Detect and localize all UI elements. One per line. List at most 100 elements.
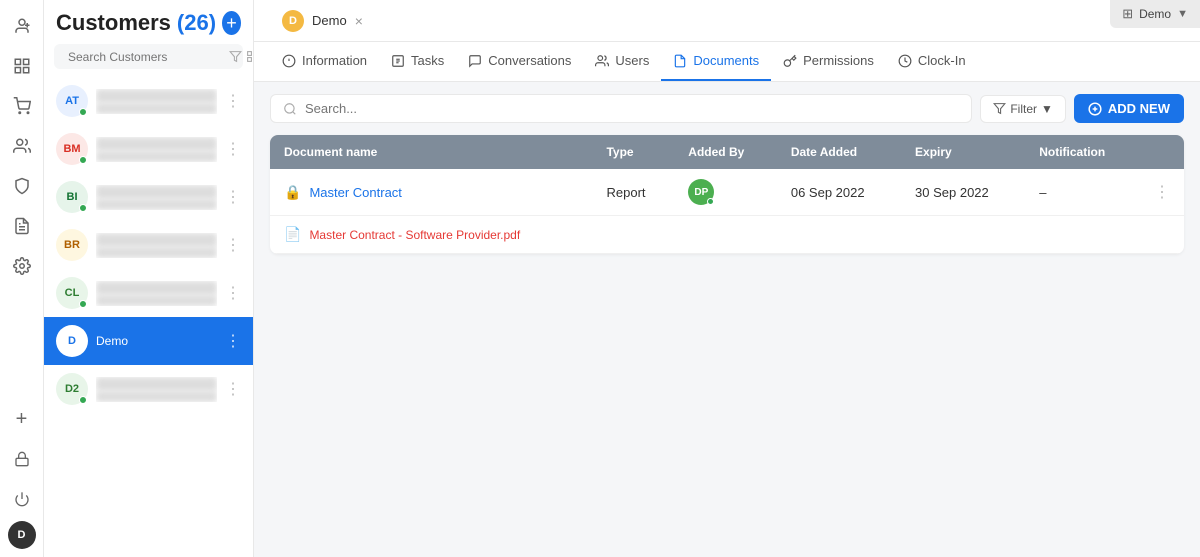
nav-user-plus[interactable] bbox=[4, 8, 40, 44]
avatar: D bbox=[56, 325, 88, 357]
filter-chevron: ▼ bbox=[1041, 102, 1053, 116]
col-added-by: Added By bbox=[674, 135, 777, 169]
customer-count: (26) bbox=[177, 10, 216, 36]
nav-lock[interactable] bbox=[4, 441, 40, 477]
list-item[interactable]: D2 ██████████ ████ ⋮ bbox=[44, 365, 253, 413]
list-item[interactable]: BM ██████████ ████ ⋮ bbox=[44, 125, 253, 173]
row-more-button[interactable]: ⋮ bbox=[1154, 184, 1170, 201]
tasks-icon bbox=[391, 54, 405, 68]
nav-power[interactable] bbox=[4, 481, 40, 517]
tab-clock-in[interactable]: Clock-In bbox=[886, 42, 978, 81]
doc-expiry: 30 Sep 2022 bbox=[901, 169, 1025, 216]
more-options-button[interactable]: ⋮ bbox=[225, 331, 241, 351]
user-status-dot bbox=[707, 198, 714, 205]
nav-document[interactable] bbox=[4, 208, 40, 244]
top-bar: D Demo × bbox=[254, 0, 1200, 42]
window-chevron[interactable]: ▼ bbox=[1177, 8, 1188, 20]
doc-more-cell bbox=[1140, 216, 1184, 254]
nav-people[interactable] bbox=[4, 128, 40, 164]
filter-button[interactable]: Filter ▼ bbox=[980, 95, 1066, 123]
doc-date-added: 06 Sep 2022 bbox=[777, 169, 901, 216]
list-item[interactable]: CL ██████████ ████ ⋮ bbox=[44, 269, 253, 317]
tab-documents[interactable]: Documents bbox=[661, 42, 771, 81]
more-options-button[interactable]: ⋮ bbox=[225, 379, 241, 399]
sidebar-header: Customers (26) + bbox=[44, 0, 253, 44]
customer-sub: ████ bbox=[96, 247, 217, 258]
nav-shield[interactable] bbox=[4, 168, 40, 204]
filter-icon[interactable] bbox=[229, 50, 242, 63]
tab-permissions[interactable]: Permissions bbox=[771, 42, 886, 81]
demo-tab[interactable]: D Demo × bbox=[270, 0, 375, 41]
tab-tasks[interactable]: Tasks bbox=[379, 42, 456, 81]
add-new-button[interactable]: ADD NEW bbox=[1074, 94, 1184, 123]
document-link[interactable]: Master Contract bbox=[309, 185, 401, 200]
avatar: BM bbox=[56, 133, 88, 165]
list-item[interactable]: AT ██████████ ████ ⋮ bbox=[44, 77, 253, 125]
doc-type bbox=[592, 216, 674, 254]
nav-cart[interactable] bbox=[4, 88, 40, 124]
more-options-button[interactable]: ⋮ bbox=[225, 283, 241, 303]
col-date-added: Date Added bbox=[777, 135, 901, 169]
main-content: D Demo × Information Tasks Conversations… bbox=[254, 0, 1200, 557]
tab-users[interactable]: Users bbox=[583, 42, 661, 81]
documents-table: Document name Type Added By Date Added E… bbox=[270, 135, 1184, 254]
customer-sub: ████ bbox=[96, 295, 217, 306]
nav-settings[interactable] bbox=[4, 248, 40, 284]
added-by-avatar: DP bbox=[688, 179, 714, 205]
add-new-icon bbox=[1088, 102, 1102, 116]
customer-name: ██████████ bbox=[96, 233, 217, 247]
col-expiry: Expiry bbox=[901, 135, 1025, 169]
customer-name: ██████████ bbox=[96, 377, 217, 391]
customer-name: ██████████ bbox=[96, 137, 217, 151]
customer-name: Demo bbox=[96, 334, 217, 348]
doc-name-cell: 🔒 Master Contract bbox=[270, 169, 592, 216]
sidebar-title: Customers bbox=[56, 10, 171, 36]
customer-name: ██████████ bbox=[96, 89, 217, 103]
document-search-input[interactable] bbox=[305, 101, 959, 116]
doc-name-cell: 📄 Master Contract - Software Provider.pd… bbox=[270, 216, 592, 254]
table-row[interactable]: 🔒 Master Contract Report DP 06 Sep 2022 … bbox=[270, 169, 1184, 216]
key-icon bbox=[783, 54, 797, 68]
avatar: CL bbox=[56, 277, 88, 309]
document-pdf-name: Master Contract - Software Provider.pdf bbox=[309, 228, 520, 242]
customer-sub: ████ bbox=[96, 199, 217, 210]
list-item[interactable]: BI ██████████ ████ ⋮ bbox=[44, 173, 253, 221]
col-notification: Notification bbox=[1025, 135, 1140, 169]
customer-sub: ████ bbox=[96, 391, 217, 402]
action-bar: Filter ▼ ADD NEW bbox=[270, 94, 1184, 123]
nav-add[interactable]: + bbox=[4, 401, 40, 437]
tab-information[interactable]: Information bbox=[270, 42, 379, 81]
document-search bbox=[270, 94, 972, 123]
clock-icon bbox=[898, 54, 912, 68]
layout-icon[interactable] bbox=[246, 50, 254, 63]
doc-more-cell: ⋮ bbox=[1140, 169, 1184, 216]
doc-date-added bbox=[777, 216, 901, 254]
search-input[interactable] bbox=[68, 50, 223, 64]
table-row[interactable]: 📄 Master Contract - Software Provider.pd… bbox=[270, 216, 1184, 254]
users-icon bbox=[595, 54, 609, 68]
col-actions bbox=[1140, 135, 1184, 169]
close-tab-button[interactable]: × bbox=[355, 13, 363, 29]
user-avatar[interactable]: D bbox=[8, 521, 36, 549]
chat-icon bbox=[468, 54, 482, 68]
more-options-button[interactable]: ⋮ bbox=[225, 139, 241, 159]
list-item[interactable]: BR ██████████ ████ ⋮ bbox=[44, 221, 253, 269]
lock-doc-icon: 🔒 bbox=[284, 184, 301, 201]
customer-sub: ████ bbox=[96, 151, 217, 162]
more-options-button[interactable]: ⋮ bbox=[225, 187, 241, 207]
document-icon bbox=[673, 54, 687, 68]
nav-grid[interactable] bbox=[4, 48, 40, 84]
more-options-button[interactable]: ⋮ bbox=[225, 235, 241, 255]
table-header-row: Document name Type Added By Date Added E… bbox=[270, 135, 1184, 169]
documents-content: Filter ▼ ADD NEW Document name Type Adde… bbox=[254, 82, 1200, 557]
avatar: BI bbox=[56, 181, 88, 213]
customer-list: AT ██████████ ████ ⋮ BM ██████████ ████ … bbox=[44, 77, 253, 557]
demo-avatar: D bbox=[282, 10, 304, 32]
customer-name: ██████████ bbox=[96, 281, 217, 295]
more-options-button[interactable]: ⋮ bbox=[225, 91, 241, 111]
list-item[interactable]: D Demo ⋮ bbox=[44, 317, 253, 365]
tab-conversations[interactable]: Conversations bbox=[456, 42, 583, 81]
add-customer-button[interactable]: + bbox=[222, 11, 241, 35]
info-icon bbox=[282, 54, 296, 68]
detail-tabs: Information Tasks Conversations Users Do… bbox=[254, 42, 1200, 82]
